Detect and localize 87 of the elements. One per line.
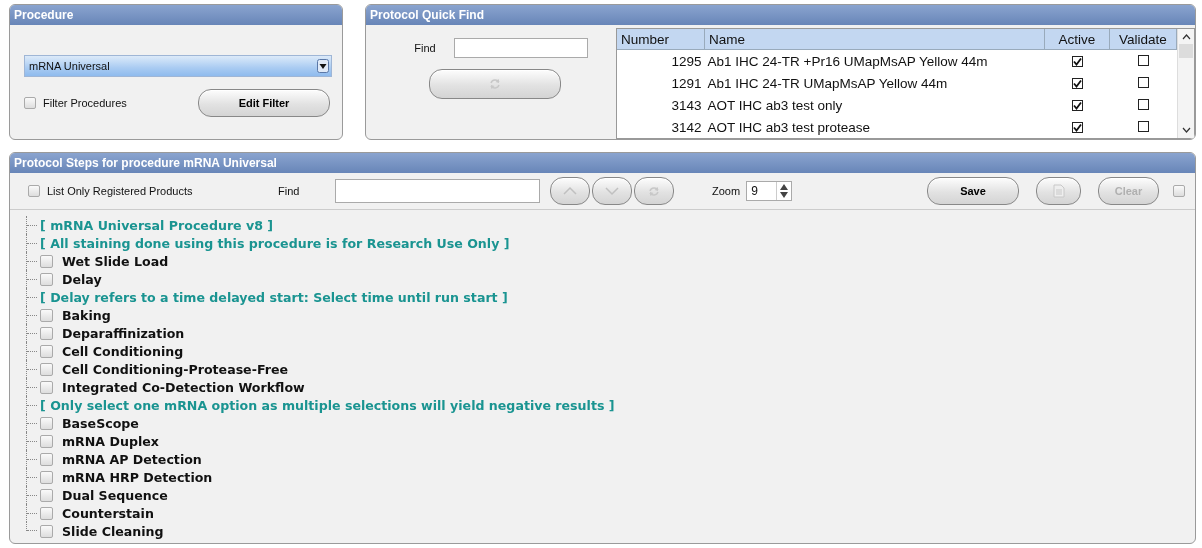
tree-item[interactable]: BaseScope [62,415,139,431]
scroll-up-icon[interactable] [1181,33,1191,40]
tree-item[interactable]: mRNA Duplex [62,433,159,449]
checkbox[interactable] [1173,185,1185,197]
zoom-spinner[interactable]: 9 [746,181,793,201]
checkbox[interactable] [40,506,53,520]
tick-icon [1072,56,1082,66]
tree-item[interactable]: Deparaffinization [62,325,185,341]
chevron-down-icon [604,185,620,197]
tree-item[interactable]: Counterstain [62,505,154,521]
tree-item[interactable]: Integrated Co-Detection Workflow [62,379,305,395]
checkbox[interactable] [1071,77,1083,89]
checkbox[interactable] [1137,54,1149,66]
checkbox[interactable] [40,524,53,538]
checkbox[interactable] [40,380,53,394]
checkbox[interactable] [40,308,53,322]
document-icon [1052,184,1065,198]
find-label: Find [278,185,301,197]
table-cell-text: AOT IHC ab3 test protease [706,118,872,137]
table-cell-text: 3142 [670,118,703,137]
tree-item[interactable]: Cell Conditioning [62,343,184,359]
checkbox-label: Filter Procedures [43,97,127,109]
tree-note: [ Only select one mRNA option as multiple selections will yield negative results ] [40,397,615,413]
checkbox[interactable] [40,326,53,340]
tree-item[interactable]: mRNA AP Detection [62,451,202,467]
find-field[interactable] [453,38,588,58]
procedure-dropdown[interactable]: mRNA Universal [24,55,332,77]
checkbox[interactable] [1071,55,1083,67]
checkbox[interactable] [1071,121,1083,133]
checkbox[interactable] [40,254,53,268]
find-label: Find [414,42,436,54]
document-button[interactable] [1036,177,1081,205]
refresh-button[interactable] [429,69,561,99]
tree-item[interactable]: Cell Conditioning-Protease-Free [62,361,288,377]
tree-note: [ mRNA Universal Procedure v8 ] [40,217,274,233]
tree-item[interactable]: Wet Slide Load [62,253,169,269]
checkbox[interactable] [24,97,36,109]
tick-icon [1072,122,1082,132]
refresh-icon [488,77,502,91]
tree-note: [ All staining done using this procedure is for Research Use Only ] [40,235,510,251]
checkbox[interactable] [40,488,53,502]
checkbox[interactable] [1137,98,1149,110]
tick-icon [1072,78,1082,88]
checkbox[interactable] [28,185,40,197]
column-header[interactable]: Active [1044,29,1110,50]
panel-title: Protocol Quick Find [366,5,1195,25]
column-header[interactable]: Validate [1109,29,1177,50]
down-button[interactable] [592,177,632,205]
table-cell: 1295 [617,49,705,72]
table-cell-text: Ab1 IHC 24-TR UMapMsAP Yellow 44m [706,74,949,93]
edit-filter-button[interactable]: Edit Filter [198,89,330,117]
chevron-up-icon [562,185,578,197]
refresh-button[interactable] [634,177,674,205]
checkbox[interactable] [40,434,53,448]
column-header[interactable]: Number [617,29,705,50]
checkbox[interactable] [1137,120,1149,132]
table-cell-text: AOT IHC ab3 test only [706,96,844,115]
tree-item[interactable]: mRNA HRP Detection [62,469,213,485]
checkbox[interactable] [40,452,53,466]
checkbox[interactable] [40,470,53,484]
checkbox[interactable] [40,344,53,358]
find-field[interactable] [335,179,540,203]
zoom-label: Zoom [712,185,741,197]
checkbox[interactable] [1137,76,1149,88]
panel-title: Protocol Steps for procedure mRNA Universal [10,153,1195,173]
column-header[interactable]: Name [704,29,1045,50]
up-button[interactable] [550,177,590,205]
scroll-thumb[interactable] [1179,44,1193,58]
table-cell: Ab1 IHC 24-TR +Pr16 UMapMsAP Yellow 44m [704,49,1045,72]
table-cell-text: 1291 [670,74,703,93]
checkbox-label: List Only Registered Products [47,185,193,197]
scroll-down-icon[interactable] [1181,127,1191,134]
tree-note: [ Delay refers to a time delayed start: Select time until run start ] [40,289,508,305]
tree-item[interactable]: Baking [62,307,111,323]
checkbox[interactable] [40,272,53,286]
scrollbar[interactable] [1177,29,1194,138]
tick-icon [1072,100,1082,110]
tree-item[interactable]: Delay [62,271,102,287]
save-button[interactable]: Save [927,177,1019,205]
refresh-icon [646,185,662,197]
tree-item[interactable]: Dual Sequence [62,487,168,503]
panel-title: Procedure [10,5,342,25]
table-cell-text: 3143 [670,96,703,115]
tree-item[interactable]: Slide Cleaning [62,523,164,539]
checkbox[interactable] [1071,99,1083,111]
checkbox[interactable] [40,362,53,376]
checkbox[interactable] [40,416,53,430]
